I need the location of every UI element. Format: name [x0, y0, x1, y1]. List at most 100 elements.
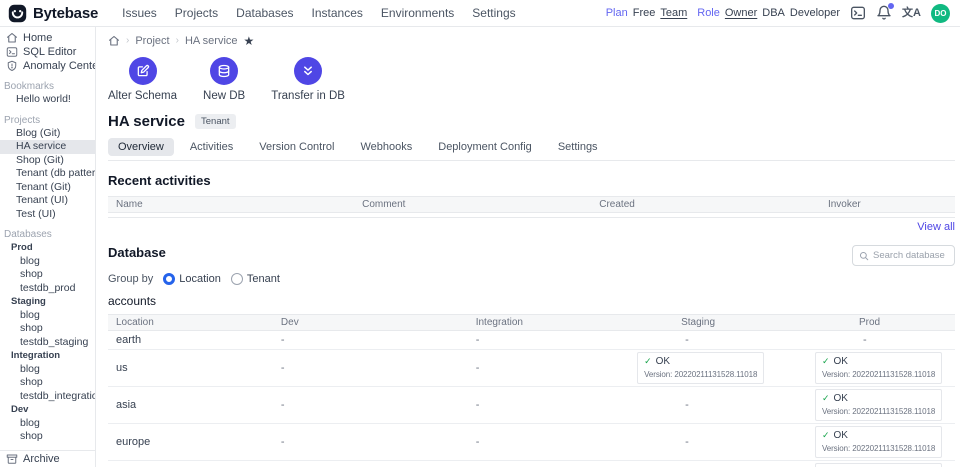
breadcrumb-item-ha-service[interactable]: HA service	[185, 35, 238, 47]
version-text: Version: 20220211131528.11018	[822, 407, 935, 416]
archive-label: Archive	[23, 453, 60, 465]
sidebar-item-label: Home	[23, 32, 52, 44]
sidebar-project-blog-git-[interactable]: Blog (Git)	[0, 127, 95, 141]
sidebar-project-tenant-db-pattern-[interactable]: Tenant (db pattern)	[0, 167, 95, 181]
sidebar-content: HomeSQL EditorAnomaly CenterBookmarksHel…	[0, 31, 95, 450]
sidebar-database-prod-testdb_prod[interactable]: testdb_prod	[0, 282, 95, 296]
database-status-badge[interactable]: ✓OKVersion: 20220211131528.11018	[815, 463, 942, 467]
sidebar-project-shop-git-[interactable]: Shop (Git)	[0, 154, 95, 168]
bytebase-logo[interactable]: Bytebase	[8, 4, 98, 23]
database-status-badge[interactable]: ✓OKVersion: 20220211131528.11018	[815, 426, 942, 458]
nav-link-environments[interactable]: Environments	[381, 6, 454, 20]
tab-settings[interactable]: Settings	[548, 138, 608, 156]
sidebar-item-sql-editor[interactable]: SQL Editor	[0, 45, 95, 59]
env-cell: -	[269, 399, 464, 411]
top-navbar: Bytebase Issues Projects Databases Instance…	[0, 0, 960, 27]
group-by-row: Group by LocationTenant	[108, 273, 955, 285]
location-cell[interactable]: asia	[108, 399, 269, 411]
sidebar-project-test-ui-[interactable]: Test (UI)	[0, 208, 95, 222]
recent-activities-section: Recent activities NameCommentCreatedInvo…	[108, 173, 955, 233]
env-cell: -	[269, 362, 464, 374]
bookmark-star-icon[interactable]: ★	[244, 35, 255, 47]
radio-label: Location	[179, 273, 221, 285]
group-by-option-location[interactable]: Location	[163, 273, 221, 285]
debug-terminal-icon[interactable]	[850, 5, 866, 21]
tab-webhooks[interactable]: Webhooks	[350, 138, 422, 156]
database-search-input[interactable]	[873, 250, 948, 261]
check-icon: ✓	[822, 393, 830, 404]
check-icon: ✓	[822, 430, 830, 441]
sidebar-database-dev-shop[interactable]: shop	[0, 430, 95, 444]
bookmark-item[interactable]: Hello world!	[0, 93, 95, 107]
sidebar-database-prod-shop[interactable]: shop	[0, 268, 95, 282]
version-text: Version: 20220211131528.11018	[644, 370, 757, 379]
notification-badge	[888, 3, 894, 9]
sidebar-item-archive[interactable]: Archive	[0, 450, 95, 467]
sidebar-database-staging-blog[interactable]: blog	[0, 309, 95, 323]
column-header-dev: Dev	[269, 317, 464, 328]
sidebar-project-tenant-git-[interactable]: Tenant (Git)	[0, 181, 95, 195]
database-search[interactable]	[852, 245, 955, 266]
nav-link-projects[interactable]: Projects	[175, 6, 218, 20]
nav-link-databases[interactable]: Databases	[236, 6, 293, 20]
location-cell[interactable]: earth	[108, 334, 269, 346]
tab-activities[interactable]: Activities	[180, 138, 243, 156]
nav-link-instances[interactable]: Instances	[312, 6, 363, 20]
status-text: OK	[834, 393, 848, 404]
quick-actions: Alter Schema New DB Transfer in DB	[108, 57, 955, 102]
action-transfer-in-db[interactable]: Transfer in DB	[271, 57, 345, 102]
breadcrumb-item-project[interactable]: Project	[135, 35, 169, 47]
column-header-created: Created	[599, 199, 828, 210]
column-header-comment: Comment	[362, 199, 599, 210]
notifications-bell-icon[interactable]	[876, 5, 892, 21]
empty-cell-dash: -	[281, 334, 285, 346]
action-new-db[interactable]: New DB	[203, 57, 245, 102]
tab-version-control[interactable]: Version Control	[249, 138, 344, 156]
sidebar-item-home[interactable]: Home	[0, 31, 95, 45]
group-by-option-tenant[interactable]: Tenant	[231, 273, 280, 285]
sidebar-project-ha-service[interactable]: HA service	[0, 140, 95, 154]
sidebar-project-tenant-ui-[interactable]: Tenant (UI)	[0, 194, 95, 208]
database-status-badge[interactable]: ✓OKVersion: 20220211131528.11018	[815, 352, 942, 384]
table-row-us: us--✓OKVersion: 20220211131528.11018✓OKV…	[108, 350, 955, 387]
language-switch-icon[interactable]: 文A	[902, 5, 921, 21]
view-all-link[interactable]: View all	[917, 221, 955, 233]
env-cell: ✓OKVersion: 20220211131528.11018	[811, 463, 955, 467]
user-avatar[interactable]: DO	[931, 4, 950, 23]
sidebar-database-prod-blog[interactable]: blog	[0, 255, 95, 269]
env-cell: ✓OKVersion: 20220211131528.11018	[633, 352, 811, 384]
sidebar-database-integration-blog[interactable]: blog	[0, 363, 95, 377]
sidebar-item-label: SQL Editor	[23, 46, 76, 58]
role-option-developer[interactable]: Developer	[790, 7, 840, 19]
plan-upgrade-link[interactable]: Team	[660, 7, 687, 19]
sidebar-database-staging-testdb_staging[interactable]: testdb_staging	[0, 336, 95, 350]
env-cell: ✓OKVersion: 20220211131528.11018	[811, 352, 955, 384]
sidebar-database-integration-testdb_integration[interactable]: testdb_integration	[0, 390, 95, 404]
role-current[interactable]: Owner	[725, 7, 757, 19]
status-text: OK	[834, 356, 848, 367]
tab-deployment-config[interactable]: Deployment Config	[428, 138, 542, 156]
sidebar-database-dev-blog[interactable]: blog	[0, 417, 95, 431]
sidebar-item-anomaly-center[interactable]: Anomaly Center	[0, 59, 95, 73]
tenant-mode-badge: Tenant	[195, 114, 236, 129]
check-icon: ✓	[644, 356, 652, 367]
database-heading: Database	[108, 245, 166, 260]
location-cell[interactable]: us	[108, 362, 269, 374]
action-alter-schema[interactable]: Alter Schema	[108, 57, 177, 102]
databases-section-label: Databases	[0, 228, 95, 241]
nav-link-issues[interactable]: Issues	[122, 6, 157, 20]
tab-overview[interactable]: Overview	[108, 138, 174, 156]
location-cell[interactable]: europe	[108, 436, 269, 448]
database-status-badge[interactable]: ✓OKVersion: 20220211131528.11018	[637, 352, 764, 384]
breadcrumb-home-icon[interactable]	[108, 35, 120, 47]
breadcrumb-separator: ›	[176, 35, 179, 46]
transfer-in-icon	[294, 57, 322, 85]
nav-link-settings[interactable]: Settings	[472, 6, 515, 20]
sidebar-database-staging-shop[interactable]: shop	[0, 322, 95, 336]
role-option-dba[interactable]: DBA	[762, 7, 785, 19]
radio-checked-icon	[163, 273, 175, 285]
sidebar-database-integration-shop[interactable]: shop	[0, 376, 95, 390]
column-header-name: Name	[108, 199, 362, 210]
database-status-badge[interactable]: ✓ OK Version: 20220211131528.11018	[815, 389, 942, 421]
plan-tier: Free	[633, 7, 656, 19]
